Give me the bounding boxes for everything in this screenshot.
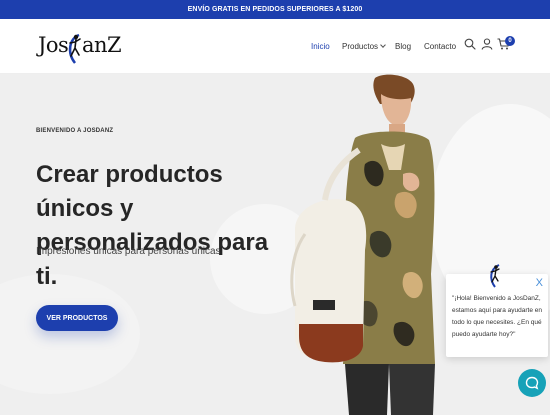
chevron-down-icon bbox=[380, 42, 386, 48]
hero-subtitle: Impresiones únicas para personas únicas bbox=[36, 246, 221, 257]
promo-text: ENVÍO GRATIS EN PEDIDOS SUPERIORES A $12… bbox=[187, 6, 363, 13]
nav-label: Blog bbox=[395, 42, 412, 51]
site-logo[interactable]: Jos anZ bbox=[38, 31, 122, 64]
page: ENVÍO GRATIS EN PEDIDOS SUPERIORES A $12… bbox=[0, 0, 550, 415]
chat-message: "¡Hola! Bienvenido a JosDanZ, estamos aq… bbox=[452, 295, 542, 338]
logo-text-right: anZ bbox=[82, 33, 122, 57]
hero-eyebrow: BIENVENIDO A JOSDANZ bbox=[36, 128, 114, 134]
hero-model-image bbox=[290, 74, 435, 415]
promo-bar: ENVÍO GRATIS EN PEDIDOS SUPERIORES A $12… bbox=[0, 0, 550, 19]
cart-count-badge: 0 bbox=[505, 36, 515, 46]
nav-label: Inicio bbox=[311, 42, 330, 51]
nav-item-blog[interactable]: Blog bbox=[395, 42, 411, 51]
nav-item-productos[interactable]: Productos bbox=[342, 42, 386, 51]
site-header: Jos anZ Inicio Productos Blog Contacto 0 bbox=[0, 19, 550, 74]
nav-label: Contacto bbox=[424, 42, 457, 51]
chat-close-icon[interactable]: X bbox=[536, 277, 543, 289]
logo-text-left: Jos bbox=[38, 33, 69, 57]
chat-avatar-icon bbox=[490, 264, 500, 288]
search-icon[interactable] bbox=[464, 38, 476, 50]
view-products-button[interactable]: VER PRODUCTOS bbox=[36, 305, 118, 331]
nav-label: Productos bbox=[342, 42, 379, 51]
nav-item-inicio[interactable]: Inicio bbox=[311, 42, 330, 51]
nav-item-contacto[interactable]: Contacto bbox=[424, 42, 456, 51]
hero-headline: Crear productos únicos y personalizados … bbox=[36, 161, 269, 290]
chat-launcher-button[interactable] bbox=[518, 369, 546, 397]
chat-bubble-icon bbox=[525, 376, 539, 390]
user-icon[interactable] bbox=[481, 38, 493, 50]
